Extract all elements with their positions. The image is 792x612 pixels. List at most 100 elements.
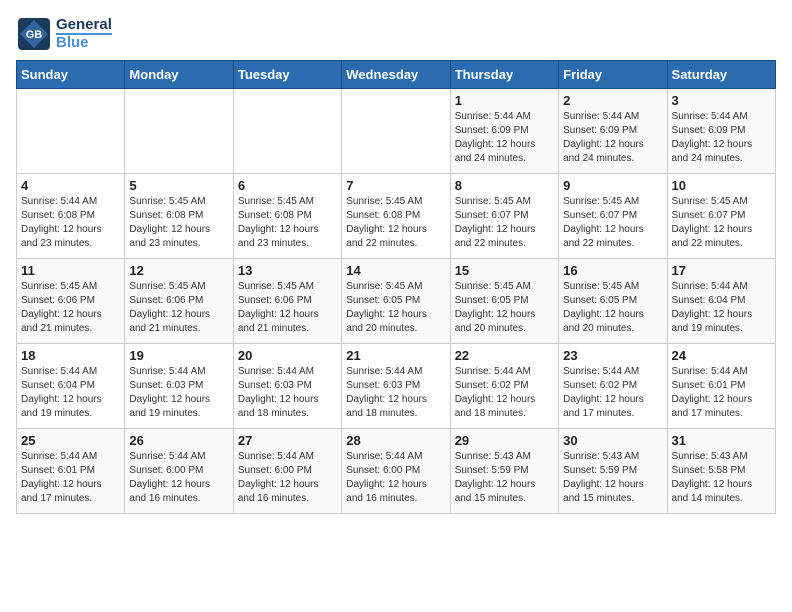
day-number: 28 bbox=[346, 433, 445, 448]
logo-line1: General bbox=[56, 17, 112, 34]
day-cell: 8Sunrise: 5:45 AM Sunset: 6:07 PM Daylig… bbox=[450, 174, 558, 259]
day-info: Sunrise: 5:44 AM Sunset: 6:01 PM Dayligh… bbox=[672, 365, 771, 421]
week-row-3: 11 Sunrise: 5:45 AM Sunset: 6:06 PM Dayli… bbox=[17, 259, 776, 344]
day-cell: 13 Sunrise: 5:45 AM Sunset: 6:06 PM Dayli… bbox=[233, 259, 341, 344]
day-info: Sunrise: 5:44 AM Sunset: 6:03 PM Dayligh… bbox=[129, 365, 228, 421]
day-info: Sunrise: 5:44 AM Sunset: 6:04 PM Dayligh… bbox=[21, 365, 120, 421]
day-cell: 28 Sunrise: 5:44 AM Sunset: 6:00 PM Dayli… bbox=[342, 429, 450, 514]
header-saturday: Saturday bbox=[667, 61, 775, 89]
day-number: 30 bbox=[563, 433, 662, 448]
logo-line2: Blue bbox=[56, 33, 112, 52]
day-cell bbox=[17, 89, 125, 174]
week-row-5: 25Sunrise: 5:44 AM Sunset: 6:01 PM Dayli… bbox=[17, 429, 776, 514]
day-cell: 19 Sunrise: 5:44 AM Sunset: 6:03 PM Dayli… bbox=[125, 344, 233, 429]
day-number: 11 bbox=[21, 263, 120, 278]
day-info: Sunrise: 5:44 AM Sunset: 6:03 PM Dayligh… bbox=[346, 365, 445, 421]
day-info: Sunrise: 5:45 AM Sunset: 6:06 PM Dayligh… bbox=[238, 280, 337, 336]
day-number: 17 bbox=[672, 263, 771, 278]
day-number: 5 bbox=[129, 178, 228, 193]
day-cell: 22 Sunrise: 5:44 AM Sunset: 6:02 PM Dayli… bbox=[450, 344, 558, 429]
day-cell: 26 Sunrise: 5:44 AM Sunset: 6:00 PM Dayli… bbox=[125, 429, 233, 514]
day-info: Sunrise: 5:45 AM Sunset: 6:05 PM Dayligh… bbox=[563, 280, 662, 336]
day-cell: 24 Sunrise: 5:44 AM Sunset: 6:01 PM Dayli… bbox=[667, 344, 775, 429]
header-monday: Monday bbox=[125, 61, 233, 89]
header-friday: Friday bbox=[559, 61, 667, 89]
day-info: Sunrise: 5:44 AM Sunset: 6:01 PM Dayligh… bbox=[21, 450, 120, 506]
day-cell: 2Sunrise: 5:44 AM Sunset: 6:09 PM Daylig… bbox=[559, 89, 667, 174]
day-cell: 25Sunrise: 5:44 AM Sunset: 6:01 PM Dayli… bbox=[17, 429, 125, 514]
day-info: Sunrise: 5:45 AM Sunset: 6:08 PM Dayligh… bbox=[238, 195, 337, 251]
day-info: Sunrise: 5:43 AM Sunset: 5:59 PM Dayligh… bbox=[563, 450, 662, 506]
day-number: 19 bbox=[129, 348, 228, 363]
day-info: Sunrise: 5:44 AM Sunset: 6:03 PM Dayligh… bbox=[238, 365, 337, 421]
day-cell: 7 Sunrise: 5:45 AM Sunset: 6:08 PM Daylig… bbox=[342, 174, 450, 259]
day-cell: 30 Sunrise: 5:43 AM Sunset: 5:59 PM Dayli… bbox=[559, 429, 667, 514]
day-cell: 10Sunrise: 5:45 AM Sunset: 6:07 PM Dayli… bbox=[667, 174, 775, 259]
day-cell: 1 Sunrise: 5:44 AM Sunset: 6:09 PM Daylig… bbox=[450, 89, 558, 174]
week-row-1: 1 Sunrise: 5:44 AM Sunset: 6:09 PM Daylig… bbox=[17, 89, 776, 174]
logo: GB General Blue bbox=[16, 16, 112, 52]
day-info: Sunrise: 5:45 AM Sunset: 6:07 PM Dayligh… bbox=[455, 195, 554, 251]
day-info: Sunrise: 5:43 AM Sunset: 5:59 PM Dayligh… bbox=[455, 450, 554, 506]
day-info: Sunrise: 5:45 AM Sunset: 6:06 PM Dayligh… bbox=[21, 280, 120, 336]
day-cell: 9 Sunrise: 5:45 AM Sunset: 6:07 PM Daylig… bbox=[559, 174, 667, 259]
day-info: Sunrise: 5:44 AM Sunset: 6:00 PM Dayligh… bbox=[346, 450, 445, 506]
day-info: Sunrise: 5:45 AM Sunset: 6:07 PM Dayligh… bbox=[563, 195, 662, 251]
day-number: 20 bbox=[238, 348, 337, 363]
day-info: Sunrise: 5:44 AM Sunset: 6:04 PM Dayligh… bbox=[672, 280, 771, 336]
day-info: Sunrise: 5:44 AM Sunset: 6:02 PM Dayligh… bbox=[563, 365, 662, 421]
day-number: 13 bbox=[238, 263, 337, 278]
day-number: 31 bbox=[672, 433, 771, 448]
svg-text:GB: GB bbox=[26, 29, 43, 41]
day-cell: 16Sunrise: 5:45 AM Sunset: 6:05 PM Dayli… bbox=[559, 259, 667, 344]
day-number: 18 bbox=[21, 348, 120, 363]
week-row-2: 4 Sunrise: 5:44 AM Sunset: 6:08 PM Daylig… bbox=[17, 174, 776, 259]
day-info: Sunrise: 5:45 AM Sunset: 6:05 PM Dayligh… bbox=[346, 280, 445, 336]
day-cell: 29 Sunrise: 5:43 AM Sunset: 5:59 PM Dayli… bbox=[450, 429, 558, 514]
day-info: Sunrise: 5:44 AM Sunset: 6:00 PM Dayligh… bbox=[129, 450, 228, 506]
day-number: 12 bbox=[129, 263, 228, 278]
day-cell: 14 Sunrise: 5:45 AM Sunset: 6:05 PM Dayli… bbox=[342, 259, 450, 344]
day-info: Sunrise: 5:45 AM Sunset: 6:06 PM Dayligh… bbox=[129, 280, 228, 336]
day-info: Sunrise: 5:44 AM Sunset: 6:08 PM Dayligh… bbox=[21, 195, 120, 251]
day-number: 14 bbox=[346, 263, 445, 278]
day-cell bbox=[125, 89, 233, 174]
day-number: 29 bbox=[455, 433, 554, 448]
day-cell: 15Sunrise: 5:45 AM Sunset: 6:05 PM Dayli… bbox=[450, 259, 558, 344]
day-number: 22 bbox=[455, 348, 554, 363]
day-info: Sunrise: 5:44 AM Sunset: 6:09 PM Dayligh… bbox=[672, 110, 771, 166]
day-number: 4 bbox=[21, 178, 120, 193]
day-cell: 21 Sunrise: 5:44 AM Sunset: 6:03 PM Dayli… bbox=[342, 344, 450, 429]
day-cell: 6Sunrise: 5:45 AM Sunset: 6:08 PM Daylig… bbox=[233, 174, 341, 259]
page-header: GB General Blue bbox=[16, 16, 776, 52]
day-number: 9 bbox=[563, 178, 662, 193]
day-cell: 11 Sunrise: 5:45 AM Sunset: 6:06 PM Dayli… bbox=[17, 259, 125, 344]
day-number: 7 bbox=[346, 178, 445, 193]
day-info: Sunrise: 5:44 AM Sunset: 6:00 PM Dayligh… bbox=[238, 450, 337, 506]
day-cell: 20 Sunrise: 5:44 AM Sunset: 6:03 PM Dayli… bbox=[233, 344, 341, 429]
day-number: 10 bbox=[672, 178, 771, 193]
day-cell: 18 Sunrise: 5:44 AM Sunset: 6:04 PM Dayli… bbox=[17, 344, 125, 429]
day-info: Sunrise: 5:44 AM Sunset: 6:02 PM Dayligh… bbox=[455, 365, 554, 421]
day-cell: 12 Sunrise: 5:45 AM Sunset: 6:06 PM Dayli… bbox=[125, 259, 233, 344]
day-number: 1 bbox=[455, 93, 554, 108]
day-number: 27 bbox=[238, 433, 337, 448]
day-number: 24 bbox=[672, 348, 771, 363]
header-sunday: Sunday bbox=[17, 61, 125, 89]
day-info: Sunrise: 5:44 AM Sunset: 6:09 PM Dayligh… bbox=[455, 110, 554, 166]
day-cell: 17 Sunrise: 5:44 AM Sunset: 6:04 PM Dayli… bbox=[667, 259, 775, 344]
day-info: Sunrise: 5:43 AM Sunset: 5:58 PM Dayligh… bbox=[672, 450, 771, 506]
day-number: 15 bbox=[455, 263, 554, 278]
header-tuesday: Tuesday bbox=[233, 61, 341, 89]
calendar-table: SundayMondayTuesdayWednesdayThursdayFrid… bbox=[16, 60, 776, 514]
day-cell: 5 Sunrise: 5:45 AM Sunset: 6:08 PM Daylig… bbox=[125, 174, 233, 259]
day-info: Sunrise: 5:45 AM Sunset: 6:08 PM Dayligh… bbox=[129, 195, 228, 251]
day-number: 26 bbox=[129, 433, 228, 448]
day-info: Sunrise: 5:45 AM Sunset: 6:08 PM Dayligh… bbox=[346, 195, 445, 251]
day-number: 21 bbox=[346, 348, 445, 363]
header-wednesday: Wednesday bbox=[342, 61, 450, 89]
day-info: Sunrise: 5:44 AM Sunset: 6:09 PM Dayligh… bbox=[563, 110, 662, 166]
calendar-header-row: SundayMondayTuesdayWednesdayThursdayFrid… bbox=[17, 61, 776, 89]
day-cell: 31 Sunrise: 5:43 AM Sunset: 5:58 PM Dayli… bbox=[667, 429, 775, 514]
day-number: 23 bbox=[563, 348, 662, 363]
